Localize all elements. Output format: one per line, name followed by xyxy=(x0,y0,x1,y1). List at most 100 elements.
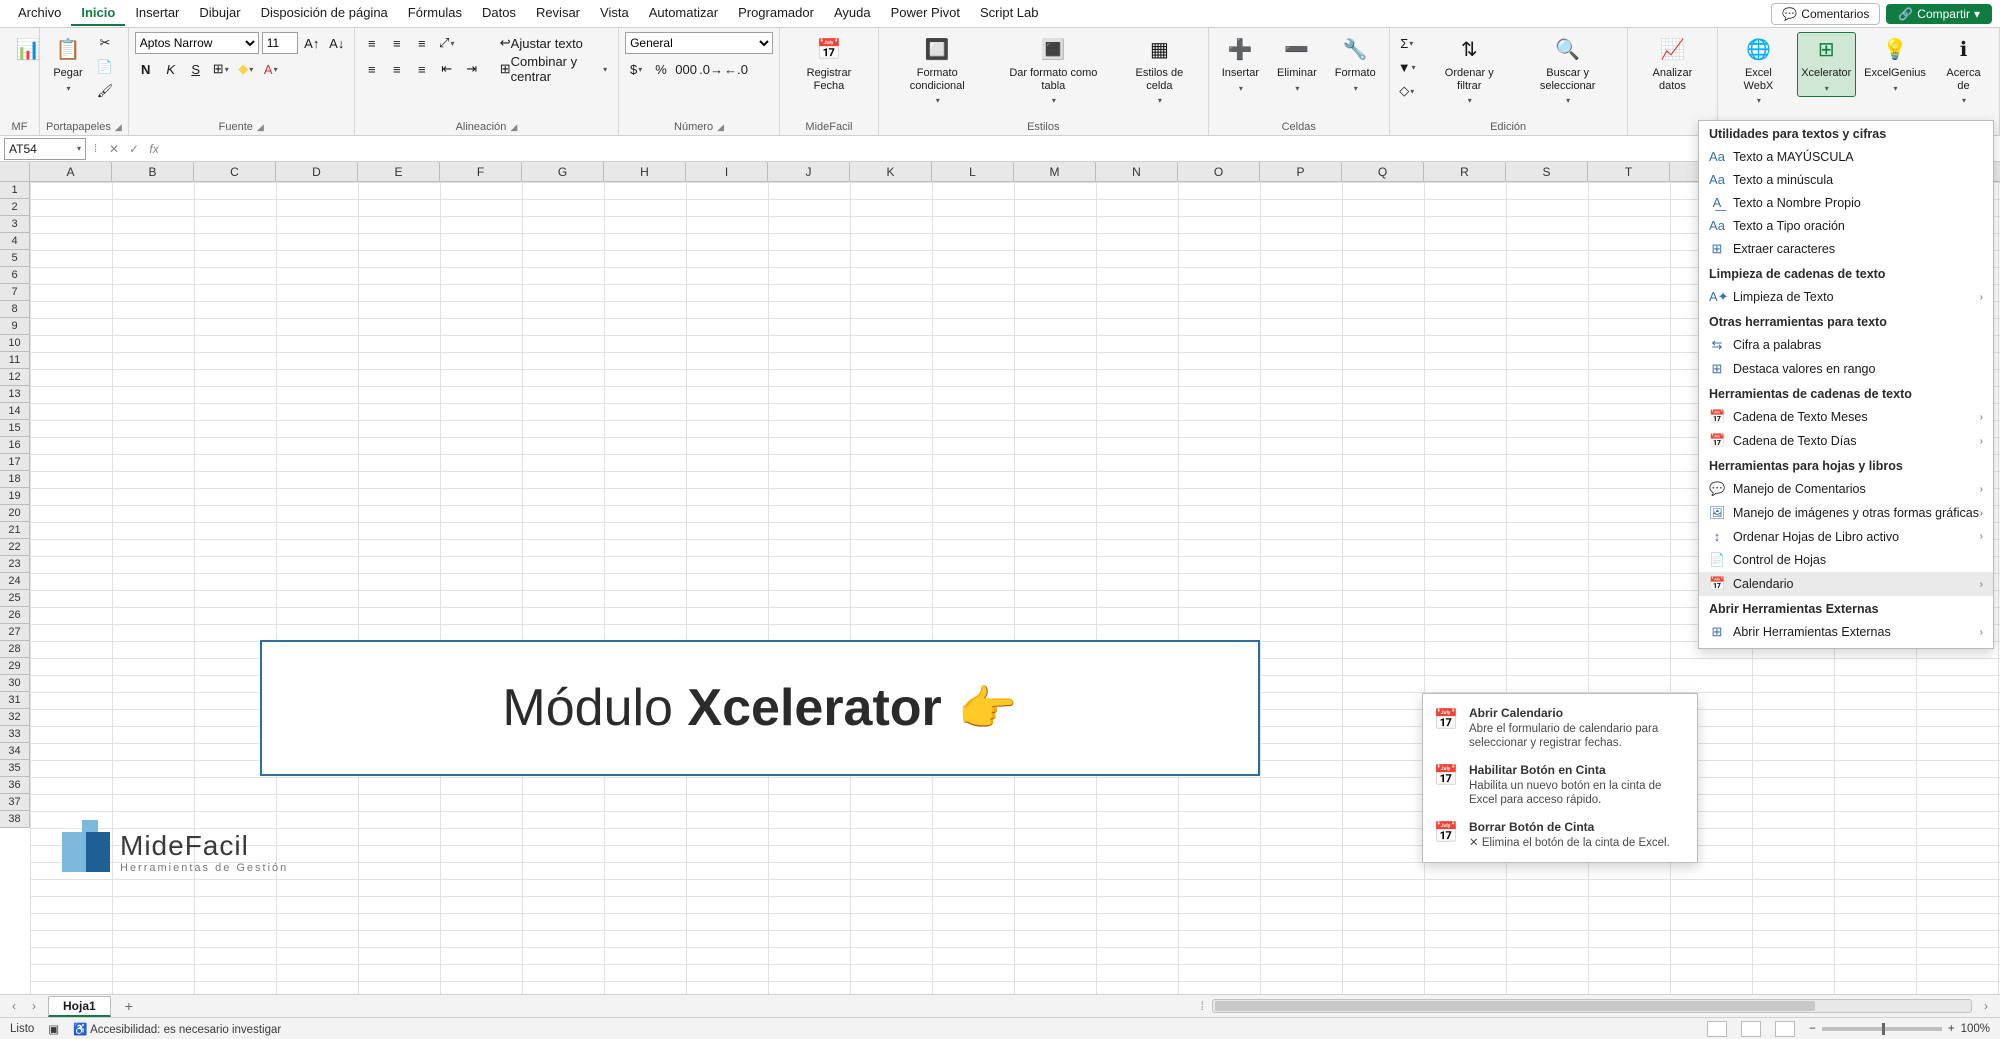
align-middle-button[interactable]: ≡ xyxy=(386,32,408,54)
col-header-E[interactable]: E xyxy=(358,162,440,181)
dropdown-item[interactable]: AaTexto a minúscula xyxy=(1699,168,1993,191)
col-header-A[interactable]: A xyxy=(30,162,112,181)
increase-decimal-button[interactable]: .0→ xyxy=(700,58,722,80)
row-header-8[interactable]: 8 xyxy=(0,301,29,318)
align-right-button[interactable]: ≡ xyxy=(411,58,433,80)
menu-vista[interactable]: Vista xyxy=(590,1,639,26)
menu-power-pivot[interactable]: Power Pivot xyxy=(881,1,970,26)
dropdown-item[interactable]: ⇆Cifra a palabras xyxy=(1699,333,1993,357)
col-header-J[interactable]: J xyxy=(768,162,850,181)
row-header-1[interactable]: 1 xyxy=(0,182,29,199)
menu-revisar[interactable]: Revisar xyxy=(526,1,590,26)
view-pagebreak-button[interactable] xyxy=(1775,1021,1795,1037)
sheet-nav-next[interactable]: › xyxy=(28,999,40,1013)
cancel-formula-icon[interactable]: ✕ xyxy=(105,142,123,156)
row-headers[interactable]: 1234567891011121314151617181920212223242… xyxy=(0,182,30,828)
row-header-29[interactable]: 29 xyxy=(0,658,29,675)
row-header-34[interactable]: 34 xyxy=(0,743,29,760)
dropdown-item[interactable]: A͟Texto a Nombre Propio xyxy=(1699,191,1993,214)
menu-datos[interactable]: Datos xyxy=(472,1,526,26)
row-header-20[interactable]: 20 xyxy=(0,505,29,522)
sheet-tab-hoja1[interactable]: Hoja1 xyxy=(48,996,111,1017)
col-header-P[interactable]: P xyxy=(1260,162,1342,181)
row-header-37[interactable]: 37 xyxy=(0,794,29,811)
col-header-G[interactable]: G xyxy=(522,162,604,181)
dropdown-item[interactable]: 📅Cadena de Texto Meses› xyxy=(1699,405,1993,429)
font-color-button[interactable]: A xyxy=(260,58,282,80)
menu-disposición-de-página[interactable]: Disposición de página xyxy=(251,1,398,26)
about-button[interactable]: ℹAcerca de xyxy=(1934,32,1993,110)
col-header-H[interactable]: H xyxy=(604,162,686,181)
col-header-R[interactable]: R xyxy=(1424,162,1506,181)
comma-button[interactable]: 000 xyxy=(675,58,697,80)
col-header-O[interactable]: O xyxy=(1178,162,1260,181)
row-header-33[interactable]: 33 xyxy=(0,726,29,743)
zoom-level[interactable]: 100% xyxy=(1961,1023,1990,1035)
menu-inicio[interactable]: Inicio xyxy=(71,1,125,26)
row-header-36[interactable]: 36 xyxy=(0,777,29,794)
italic-button[interactable]: K xyxy=(160,58,182,80)
cut-button[interactable]: ✂ xyxy=(94,32,116,54)
dropdown-item[interactable]: 🖼Manejo de imágenes y otras formas gráfi… xyxy=(1699,501,1993,525)
delete-cells-button[interactable]: ➖Eliminar xyxy=(1270,32,1324,97)
col-header-L[interactable]: L xyxy=(932,162,1014,181)
row-header-18[interactable]: 18 xyxy=(0,471,29,488)
row-header-31[interactable]: 31 xyxy=(0,692,29,709)
macro-record-icon[interactable]: ▣ xyxy=(48,1022,59,1036)
dropdown-item[interactable]: 💬Manejo de Comentarios› xyxy=(1699,477,1993,501)
col-header-Q[interactable]: Q xyxy=(1342,162,1424,181)
fx-icon[interactable]: fx xyxy=(145,142,163,156)
col-header-M[interactable]: M xyxy=(1014,162,1096,181)
number-format-select[interactable]: General xyxy=(625,32,773,54)
menu-programador[interactable]: Programador xyxy=(728,1,824,26)
dropdown-item[interactable]: ⊞Abrir Herramientas Externas› xyxy=(1699,620,1993,644)
menu-archivo[interactable]: Archivo xyxy=(8,1,71,26)
xcelerator-button[interactable]: ⊞Xcelerator xyxy=(1797,32,1857,97)
autosum-button[interactable]: Σ xyxy=(1396,32,1418,54)
align-center-button[interactable]: ≡ xyxy=(386,58,408,80)
select-all-corner[interactable] xyxy=(0,162,30,182)
row-header-2[interactable]: 2 xyxy=(0,199,29,216)
underline-button[interactable]: S xyxy=(185,58,207,80)
border-button[interactable]: ⊞ xyxy=(210,58,232,80)
decrease-font-button[interactable]: A↓ xyxy=(326,32,348,54)
row-header-23[interactable]: 23 xyxy=(0,556,29,573)
tab-split-icon[interactable]: ⁞ xyxy=(1201,999,1204,1013)
row-header-30[interactable]: 30 xyxy=(0,675,29,692)
add-sheet-button[interactable]: + xyxy=(119,998,139,1014)
decrease-decimal-button[interactable]: ←.0 xyxy=(725,58,747,80)
increase-font-button[interactable]: A↑ xyxy=(301,32,323,54)
view-normal-button[interactable] xyxy=(1707,1021,1727,1037)
xcelerator-dropdown[interactable]: Utilidades para textos y cifrasAaTexto a… xyxy=(1698,120,1994,649)
dropdown-item[interactable]: AaTexto a MAYÚSCULA xyxy=(1699,145,1993,168)
excel-webx-button[interactable]: 🌐Excel WebX xyxy=(1724,32,1792,110)
excelgenius-button[interactable]: 💡ExcelGenius xyxy=(1860,32,1930,97)
row-header-12[interactable]: 12 xyxy=(0,369,29,386)
dropdown-item[interactable]: 📅Cadena de Texto Días› xyxy=(1699,429,1993,453)
row-header-38[interactable]: 38 xyxy=(0,811,29,828)
row-header-22[interactable]: 22 xyxy=(0,539,29,556)
analyze-data-button[interactable]: 📈Analizar datos xyxy=(1634,32,1712,95)
row-header-10[interactable]: 10 xyxy=(0,335,29,352)
col-header-C[interactable]: C xyxy=(194,162,276,181)
font-size-input[interactable] xyxy=(262,32,298,54)
name-box[interactable]: AT54▾ xyxy=(4,138,86,160)
submenu-item[interactable]: 📅Abrir CalendarioAbre el formulario de c… xyxy=(1423,700,1697,757)
format-painter-button[interactable]: 🖌 xyxy=(94,80,116,102)
find-select-button[interactable]: 🔍Buscar y seleccionar xyxy=(1515,32,1621,110)
orientation-button[interactable]: ⤢ xyxy=(436,32,458,54)
copy-button[interactable]: 📄 xyxy=(94,56,116,78)
horizontal-scrollbar[interactable] xyxy=(1212,999,1972,1013)
bold-button[interactable]: N xyxy=(135,58,157,80)
row-header-27[interactable]: 27 xyxy=(0,624,29,641)
font-dialog-icon[interactable]: ◢ xyxy=(257,122,264,133)
dropdown-item[interactable]: ⊞Extraer caracteres xyxy=(1699,237,1993,261)
row-header-32[interactable]: 32 xyxy=(0,709,29,726)
indent-decrease-button[interactable]: ⇤ xyxy=(436,58,458,80)
menu-automatizar[interactable]: Automatizar xyxy=(639,1,728,26)
number-dialog-icon[interactable]: ◢ xyxy=(717,122,724,133)
menu-insertar[interactable]: Insertar xyxy=(125,1,189,26)
col-header-I[interactable]: I xyxy=(686,162,768,181)
col-header-N[interactable]: N xyxy=(1096,162,1178,181)
currency-button[interactable]: $ xyxy=(625,58,647,80)
